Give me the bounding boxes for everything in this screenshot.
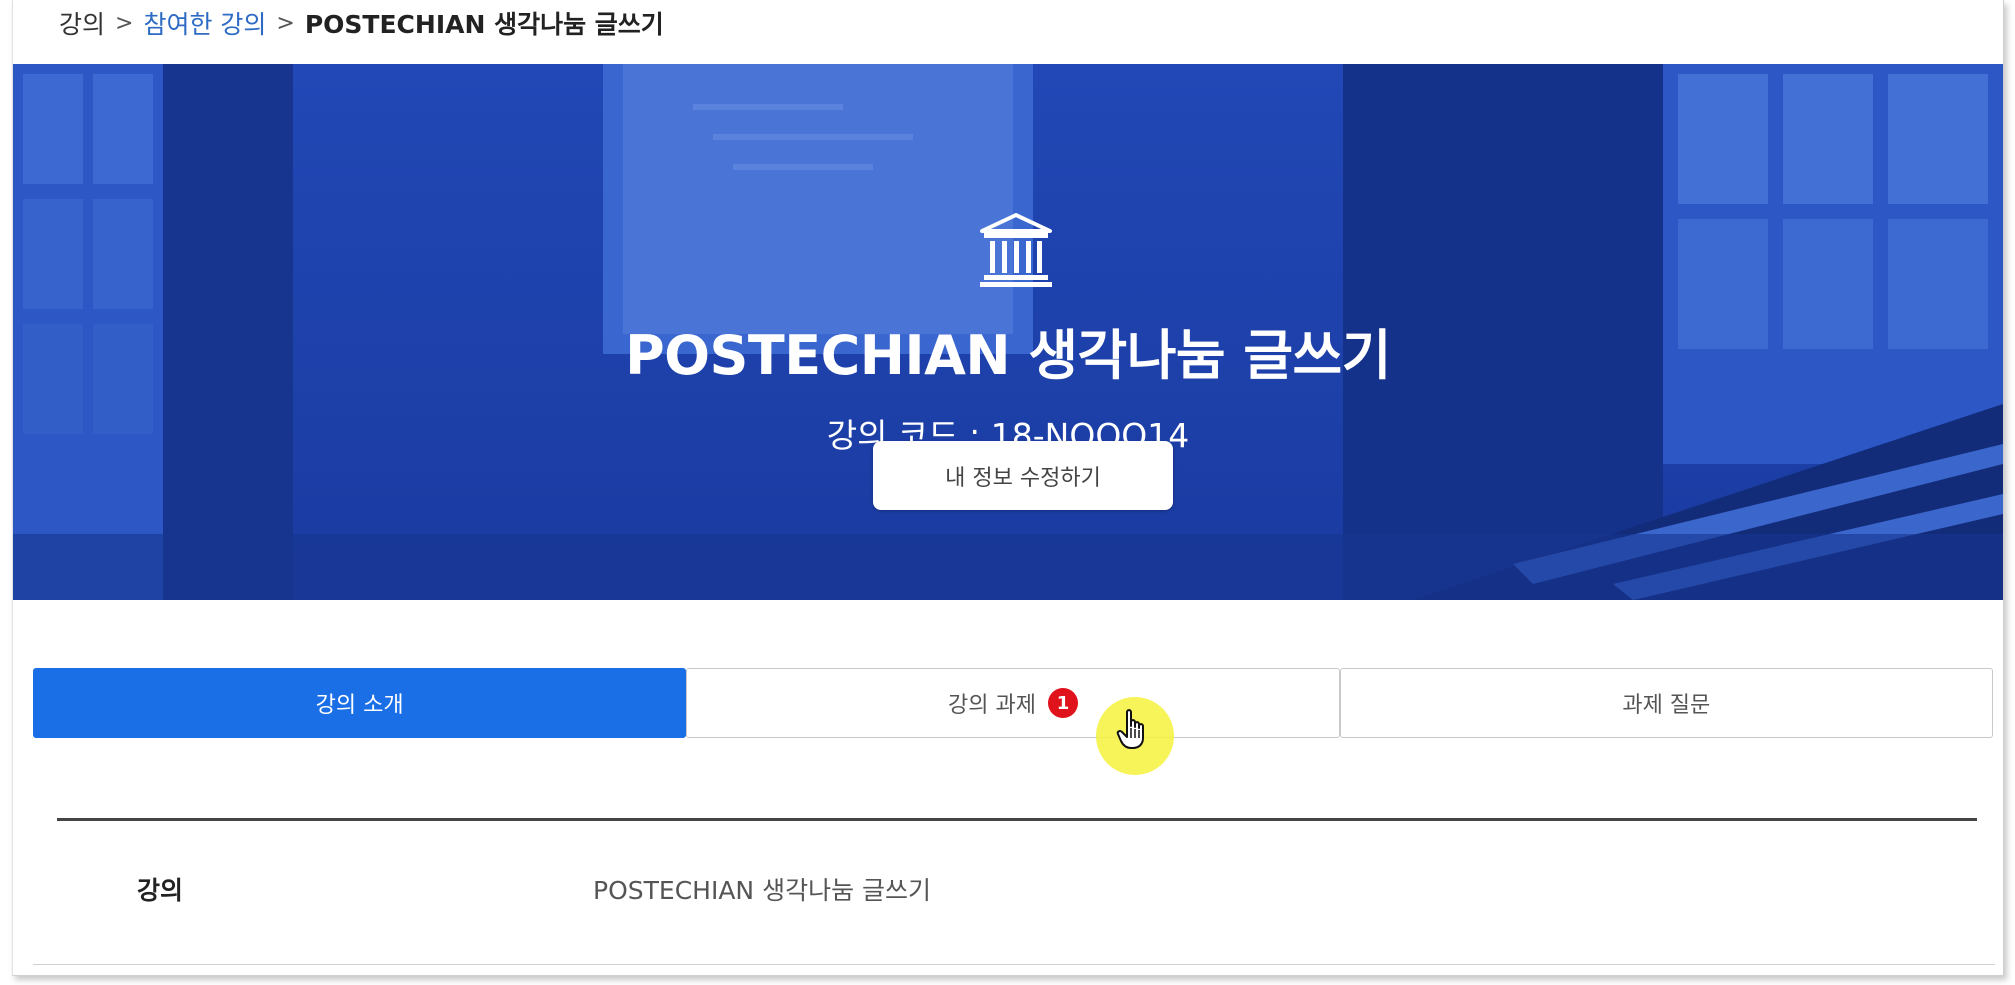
course-tabs: 강의 소개 강의 과제 1 과제 질문	[33, 668, 1993, 738]
breadcrumb-link-parent[interactable]: 참여한 강의	[143, 5, 266, 41]
course-title: POSTECHIAN 생각나눔 글쓰기	[625, 324, 1391, 387]
info-label: 강의	[137, 876, 184, 905]
breadcrumb: 강의 > 참여한 강의 > POSTECHIAN 생각나눔 글쓰기	[59, 6, 664, 40]
table-bottom-rule	[33, 964, 1995, 965]
page-frame: 강의 > 참여한 강의 > POSTECHIAN 생각나눔 글쓰기 POSTEC…	[12, 0, 2004, 976]
tab-label: 과제 질문	[1622, 693, 1711, 718]
tab-course-intro[interactable]: 강의 소개	[33, 668, 687, 738]
edit-profile-button[interactable]: 내 정보 수정하기	[873, 441, 1173, 510]
tab-course-assignments[interactable]: 강의 과제 1	[686, 668, 1340, 738]
tab-assignment-questions[interactable]: 과제 질문	[1339, 668, 1993, 738]
notification-badge: 1	[1047, 688, 1078, 718]
course-hero-banner: POSTECHIAN 생각나눔 글쓰기 강의 코드 : 18-NOQO14 내 …	[13, 64, 2003, 600]
breadcrumb-current: POSTECHIAN 생각나눔 글쓰기	[304, 10, 664, 39]
institution-icon	[980, 213, 1052, 287]
info-value: POSTECHIAN 생각나눔 글쓰기	[593, 876, 932, 905]
breadcrumb-separator: >	[276, 10, 295, 36]
info-row-course: 강의 POSTECHIAN 생각나눔 글쓰기	[57, 821, 1977, 963]
tab-label: 강의 과제	[948, 693, 1036, 718]
breadcrumb-separator: >	[115, 10, 134, 36]
breadcrumb-root[interactable]: 강의	[59, 5, 105, 41]
hand-pointer-icon	[1116, 709, 1144, 749]
tab-label: 강의 소개	[315, 693, 404, 718]
